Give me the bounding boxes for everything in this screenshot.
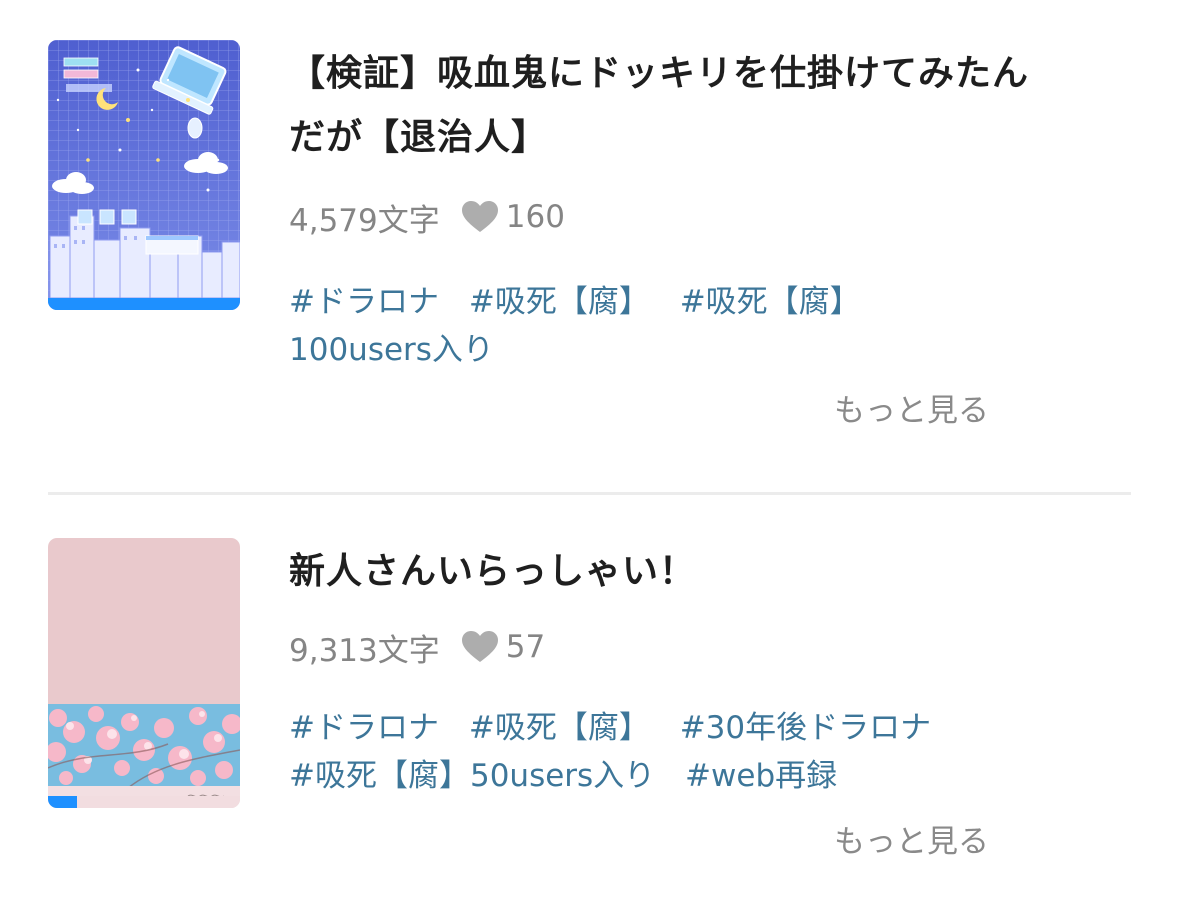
reading-progress-fill (48, 298, 240, 310)
novel-info: 【検証】吸血鬼にドッキリを仕掛けてみたん だが【退治人】 4,579文字 160… (289, 40, 1131, 374)
novel-title[interactable]: 新人さんいらっしゃい！ (289, 540, 1131, 604)
char-count: 4,579文字 (289, 202, 440, 239)
tag[interactable]: #吸死【腐】50users入り (289, 752, 655, 800)
title-line-1: 新人さんいらっしゃい！ (289, 551, 697, 592)
divider (48, 492, 1131, 495)
tag[interactable]: #web再録 (685, 752, 837, 800)
cover-image[interactable] (48, 538, 240, 808)
night-city-grid-cover-icon (48, 40, 240, 310)
novel-meta: 9,313文字 57 (289, 624, 1131, 670)
like-count: 57 (505, 629, 546, 665)
char-count: 9,313文字 (289, 632, 440, 669)
reading-progress-fill (48, 796, 77, 808)
tag[interactable]: #吸死【腐】 (680, 278, 861, 326)
tag[interactable]: #吸死【腐】 (469, 704, 650, 752)
title-line-2: だが【退治人】 (289, 117, 549, 158)
cherry-blossom-cover-icon (48, 538, 240, 808)
novel-info: 新人さんいらっしゃい！ 9,313文字 57 #ドラロナ #吸死【腐】 #30年… (289, 538, 1131, 800)
tag[interactable]: #吸死【腐】 (469, 278, 650, 326)
see-more-link[interactable]: もっと見る (834, 816, 989, 861)
tag[interactable]: #ドラロナ (289, 278, 439, 326)
novel-title[interactable]: 【検証】吸血鬼にドッキリを仕掛けてみたん だが【退治人】 (289, 42, 1131, 170)
novel-meta: 4,579文字 160 (289, 194, 1131, 240)
heart-icon[interactable] (461, 201, 498, 233)
like-count: 160 (505, 199, 565, 235)
tag[interactable]: #30年後ドラロナ (680, 704, 931, 752)
tag[interactable]: #ドラロナ (289, 704, 439, 752)
tag-list: #ドラロナ #吸死【腐】 #30年後ドラロナ #吸死【腐】50users入り #… (289, 704, 1029, 800)
tag-list: #ドラロナ #吸死【腐】 #吸死【腐】 100users入り (289, 278, 1029, 374)
tag[interactable]: 100users入り (289, 326, 494, 374)
see-more-link[interactable]: もっと見る (834, 385, 989, 430)
title-line-1: 【検証】吸血鬼にドッキリを仕掛けてみたん (289, 53, 1030, 94)
heart-icon[interactable] (461, 631, 498, 663)
cover-image[interactable] (48, 40, 240, 310)
